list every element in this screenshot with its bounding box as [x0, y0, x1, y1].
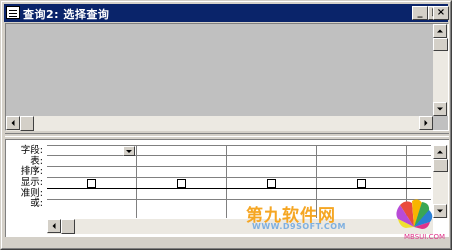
field-cell-5[interactable]: [407, 146, 431, 155]
table-pane-horizontal-scrollbar[interactable]: [6, 116, 433, 131]
scroll-left-icon[interactable]: [6, 116, 20, 130]
query-window: 查询2: 选择查询 _ □ × 字段: 表: 排序: 显示: 准则: 或:: [0, 0, 452, 250]
grid-row-field: [47, 145, 431, 156]
show-cell-5: [407, 178, 431, 188]
table-cell-4[interactable]: [317, 156, 407, 166]
scroll-left-icon[interactable]: [47, 219, 61, 233]
scroll-right-icon[interactable]: [419, 116, 433, 130]
scroll-up-icon[interactable]: [433, 145, 447, 159]
table-cell-5[interactable]: [407, 156, 431, 166]
watermark-logo-icon: [396, 199, 433, 229]
sort-cell-1[interactable]: [47, 167, 137, 177]
criteria-cell-3[interactable]: [227, 189, 317, 199]
field-cell-2[interactable]: [137, 146, 227, 155]
watermark-url: WWW.D9SOFT.COM: [252, 222, 347, 231]
sort-cell-5[interactable]: [407, 167, 431, 177]
sort-cell-2[interactable]: [137, 167, 227, 177]
or-cell-1[interactable]: [47, 200, 137, 218]
dropdown-arrow-icon[interactable]: [123, 146, 135, 156]
close-icon: ×: [436, 7, 446, 18]
watermark-site: MBSUI.COM: [404, 233, 446, 241]
minimize-button[interactable]: _: [412, 6, 428, 20]
show-cell-4: [317, 178, 407, 188]
watermark: 第九软件网 WWW.D9SOFT.COM MBSUI.COM: [246, 199, 446, 241]
show-checkbox-3[interactable]: [267, 179, 276, 188]
sort-cell-4[interactable]: [317, 167, 407, 177]
close-button[interactable]: ×: [433, 6, 449, 20]
design-grid-vertical-thumb[interactable]: [433, 159, 448, 172]
field-cell-1[interactable]: [47, 146, 137, 156]
show-cell-3: [227, 178, 317, 188]
table-pane-vertical-thumb[interactable]: [433, 38, 448, 51]
show-cell-1: [47, 178, 137, 188]
grid-row-show: [47, 178, 431, 189]
design-grid-horizontal-thumb[interactable]: [61, 219, 75, 234]
field-cell-3[interactable]: [227, 146, 317, 155]
table-pane-horizontal-thumb[interactable]: [20, 116, 34, 131]
grid-row-table: [47, 156, 431, 167]
title-bar[interactable]: 查询2: 选择查询 _ □: [4, 4, 448, 22]
grid-row-criteria: [47, 189, 431, 200]
or-cell-2[interactable]: [137, 200, 227, 218]
scroll-down-icon[interactable]: [433, 102, 447, 116]
show-checkbox-1[interactable]: [87, 179, 96, 188]
row-label-or: 或:: [30, 198, 43, 210]
show-checkbox-4[interactable]: [357, 179, 366, 188]
pane-splitter[interactable]: [5, 133, 449, 137]
criteria-cell-1[interactable]: [47, 189, 137, 199]
show-cell-2: [137, 178, 227, 188]
table-cell-3[interactable]: [227, 156, 317, 166]
table-pane[interactable]: [5, 23, 449, 131]
sort-cell-3[interactable]: [227, 167, 317, 177]
window-title: 查询2: 选择查询: [23, 8, 110, 21]
table-cell-2[interactable]: [137, 156, 227, 166]
row-labels: 字段: 表: 排序: 显示: 准则: 或:: [5, 145, 45, 210]
minimize-icon: _: [417, 7, 423, 18]
table-cell-1[interactable]: [47, 156, 137, 166]
field-cell-4[interactable]: [317, 146, 407, 155]
grid-row-sort: [47, 167, 431, 178]
query-window-icon[interactable]: [6, 6, 20, 19]
scroll-up-icon[interactable]: [433, 24, 447, 38]
show-checkbox-2[interactable]: [177, 179, 186, 188]
criteria-cell-2[interactable]: [137, 189, 227, 199]
